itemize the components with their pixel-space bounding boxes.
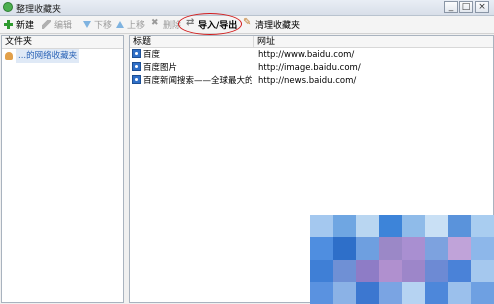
minimize-button[interactable]: _ — [444, 1, 458, 13]
mosaic-tile — [310, 281, 333, 304]
toolbar: 新建 编辑 下移 上移 删除 导入/导出 清理收藏夹 — [0, 16, 494, 34]
mosaic-tile — [425, 281, 448, 304]
mosaic-tile — [310, 237, 333, 260]
row-title: 百度图片 — [143, 63, 178, 73]
delete-button[interactable]: 删除 — [151, 18, 181, 31]
mosaic-tile — [356, 215, 379, 238]
folder-pane: 文件夹 ...的网络收藏夹 — [1, 35, 124, 303]
close-button[interactable]: × — [475, 1, 489, 13]
arrow-up-icon — [115, 20, 124, 29]
move-up-label: 上移 — [127, 21, 146, 31]
column-header-title[interactable]: 标题 — [130, 36, 254, 48]
table-row[interactable]: 百度 http://www.baidu.com/ — [130, 49, 493, 61]
folder-tree-label: ...的网络收藏夹 — [16, 49, 80, 63]
clean-favorites-label: 清理收藏夹 — [255, 21, 301, 31]
mosaic-tile — [471, 259, 494, 282]
import-export-label: 导入/导出 — [198, 21, 238, 31]
mosaic-tile — [379, 237, 402, 260]
app-icon — [3, 2, 13, 12]
pencil-icon — [42, 20, 51, 29]
mosaic-tile — [356, 259, 379, 282]
mosaic-tile — [402, 281, 425, 304]
folder-tree-item[interactable]: ...的网络收藏夹 — [2, 49, 123, 63]
mosaic-tile — [471, 215, 494, 238]
row-url: http://image.baidu.com/ — [258, 63, 361, 73]
broom-icon — [243, 17, 252, 29]
mosaic-tile — [402, 215, 425, 238]
mosaic-tile — [379, 259, 402, 282]
mosaic-tile — [379, 215, 402, 238]
edit-button[interactable]: 编辑 — [42, 18, 72, 31]
import-export-button[interactable]: 导入/导出 — [186, 17, 238, 31]
mosaic-tile — [310, 215, 333, 238]
mosaic-tile — [356, 281, 379, 304]
mosaic-tile — [333, 215, 356, 238]
delete-icon — [151, 18, 160, 29]
import-export-icon — [186, 17, 195, 29]
mosaic-tile — [448, 237, 471, 260]
folder-header: 文件夹 — [2, 36, 123, 49]
title-bar: 整理收藏夹 _ □ × — [0, 0, 494, 16]
edit-label: 编辑 — [54, 21, 73, 31]
clean-favorites-button[interactable]: 清理收藏夹 — [243, 17, 301, 31]
mosaic-tile — [448, 281, 471, 304]
mosaic-tile — [333, 281, 356, 304]
row-url: http://www.baidu.com/ — [258, 50, 355, 60]
favicon-icon — [132, 62, 141, 71]
mosaic-tile — [448, 215, 471, 238]
move-down-button[interactable]: 下移 — [82, 18, 112, 31]
move-down-label: 下移 — [94, 21, 113, 31]
mosaic-tile — [402, 259, 425, 282]
new-label: 新建 — [16, 21, 35, 31]
row-url: http://news.baidu.com/ — [258, 76, 357, 86]
row-title: 百度 — [143, 50, 161, 60]
mosaic-tile — [425, 215, 448, 238]
arrow-down-icon — [82, 20, 91, 29]
favicon-icon — [132, 49, 141, 58]
maximize-button[interactable]: □ — [459, 1, 473, 13]
favicon-icon — [132, 75, 141, 84]
mosaic-tile — [379, 281, 402, 304]
window-title: 整理收藏夹 — [16, 5, 62, 15]
plus-icon — [4, 20, 13, 29]
mosaic-tile — [425, 237, 448, 260]
mosaic-tile — [333, 237, 356, 260]
mosaic-tile — [471, 237, 494, 260]
new-button[interactable]: 新建 — [4, 18, 34, 31]
mosaic-tile — [425, 259, 448, 282]
mosaic-tile — [402, 237, 425, 260]
table-row[interactable]: 百度新闻搜索——全球最大的... http://news.baidu.com/ — [130, 75, 493, 87]
mosaic-tile — [471, 281, 494, 304]
table-row[interactable]: 百度图片 http://image.baidu.com/ — [130, 62, 493, 74]
mosaic-tile — [310, 259, 333, 282]
mosaic-tile — [356, 237, 379, 260]
column-header-url[interactable]: 网址 — [254, 36, 493, 48]
delete-label: 删除 — [163, 21, 182, 31]
mosaic-tile — [448, 259, 471, 282]
move-up-button[interactable]: 上移 — [115, 18, 145, 31]
pixelated-watermark — [310, 215, 494, 304]
user-icon — [5, 52, 13, 60]
mosaic-tile — [333, 259, 356, 282]
row-title: 百度新闻搜索——全球最大的... — [143, 76, 252, 86]
